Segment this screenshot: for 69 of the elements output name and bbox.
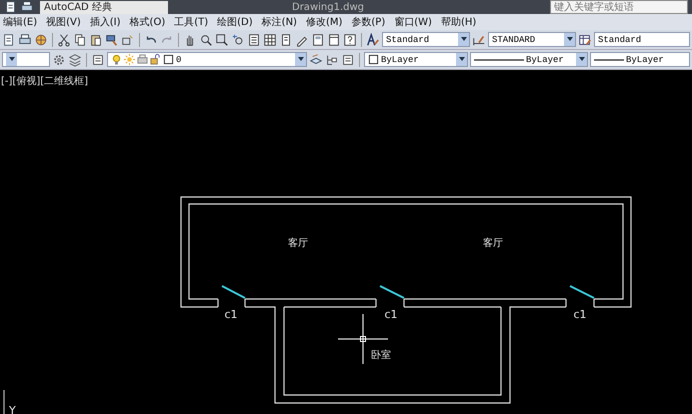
text-style-dropdown[interactable]: Standard (382, 32, 470, 47)
sun-icon (124, 54, 135, 65)
window-label: c1 (384, 308, 398, 321)
menu-item[interactable]: 帮助(H) (440, 15, 476, 29)
brush-icon[interactable] (105, 32, 119, 46)
menu-item[interactable]: 修改(M) (306, 15, 342, 29)
window-icon[interactable] (327, 32, 341, 46)
lock-icon (150, 54, 161, 65)
calculator-icon[interactable] (311, 32, 325, 46)
lightbulb-icon (111, 54, 122, 65)
menu-item[interactable]: 格式(O) (130, 15, 166, 29)
layers-icon[interactable] (68, 52, 82, 66)
zoom-icon[interactable] (199, 32, 213, 46)
globe-icon[interactable] (34, 32, 48, 46)
search-field[interactable]: 键入关键字或短语 (550, 0, 688, 14)
room-label: 客厅 (483, 238, 503, 249)
window-symbol (380, 285, 404, 299)
window-label: c1 (573, 308, 587, 321)
zoom-window-icon[interactable] (215, 32, 229, 46)
workspace-dropdown[interactable]: AutoCAD 经典 (40, 0, 168, 14)
menu-item[interactable]: 标注(N) (262, 15, 297, 29)
help-icon[interactable] (343, 32, 357, 46)
menu-item[interactable]: 绘图(D) (217, 15, 253, 29)
quick-access-icon[interactable] (20, 0, 34, 14)
menu-item[interactable]: 工具(T) (174, 15, 208, 29)
table-style-icon[interactable] (578, 32, 592, 46)
layer-dropdown[interactable]: 0 (107, 52, 307, 67)
color-dropdown[interactable]: ByLayer (364, 52, 468, 67)
text-style-icon[interactable] (366, 32, 380, 46)
line-sample-icon (594, 58, 624, 62)
document-title: Drawing1.dwg (292, 2, 364, 12)
menu-item[interactable]: 编辑(E) (3, 15, 38, 29)
window-symbol (222, 285, 246, 299)
printer-icon (137, 54, 148, 65)
table-style-dropdown[interactable]: Standard (594, 32, 690, 47)
workspace-selector-dropdown[interactable] (2, 52, 50, 67)
menu-item[interactable]: 插入(I) (90, 15, 121, 29)
caret-icon (564, 33, 575, 46)
copy-icon[interactable] (73, 32, 87, 46)
window-label: c1 (224, 308, 238, 321)
caret-icon (456, 53, 467, 66)
linetype-dropdown[interactable]: ByLayer (470, 52, 588, 67)
document-icon[interactable] (2, 32, 16, 46)
line-sample-icon (474, 58, 524, 62)
room-label: 客厅 (288, 238, 308, 249)
menu-item[interactable]: 视图(V) (46, 15, 81, 29)
menu-item[interactable]: 参数(P) (351, 15, 386, 29)
panel-icon[interactable] (279, 32, 293, 46)
gear-icon[interactable] (52, 52, 66, 66)
color-swatch-icon (163, 54, 174, 65)
caret-icon (295, 53, 306, 66)
caret-icon (576, 53, 587, 66)
quick-access-icon[interactable] (4, 0, 18, 14)
properties-icon[interactable] (247, 32, 261, 46)
scissors-icon[interactable] (57, 32, 71, 46)
caret-icon (458, 33, 469, 46)
paste-icon[interactable] (89, 32, 103, 46)
lineweight-dropdown[interactable]: ByLayer (590, 52, 690, 67)
axis-label: Y (9, 404, 16, 414)
window-symbol (570, 285, 594, 299)
dimension-style-dropdown[interactable]: STANDARD (488, 32, 576, 47)
grid-icon[interactable] (263, 32, 277, 46)
color-swatch-icon (368, 54, 379, 65)
menu-item[interactable]: 窗口(W) (394, 15, 432, 29)
caret-icon (6, 53, 17, 66)
viewport-label[interactable]: [-][俯视][二维线框] (1, 74, 88, 88)
layer-list-icon[interactable] (341, 52, 355, 66)
printer-icon[interactable] (18, 32, 32, 46)
room-label: 卧室 (371, 350, 391, 361)
